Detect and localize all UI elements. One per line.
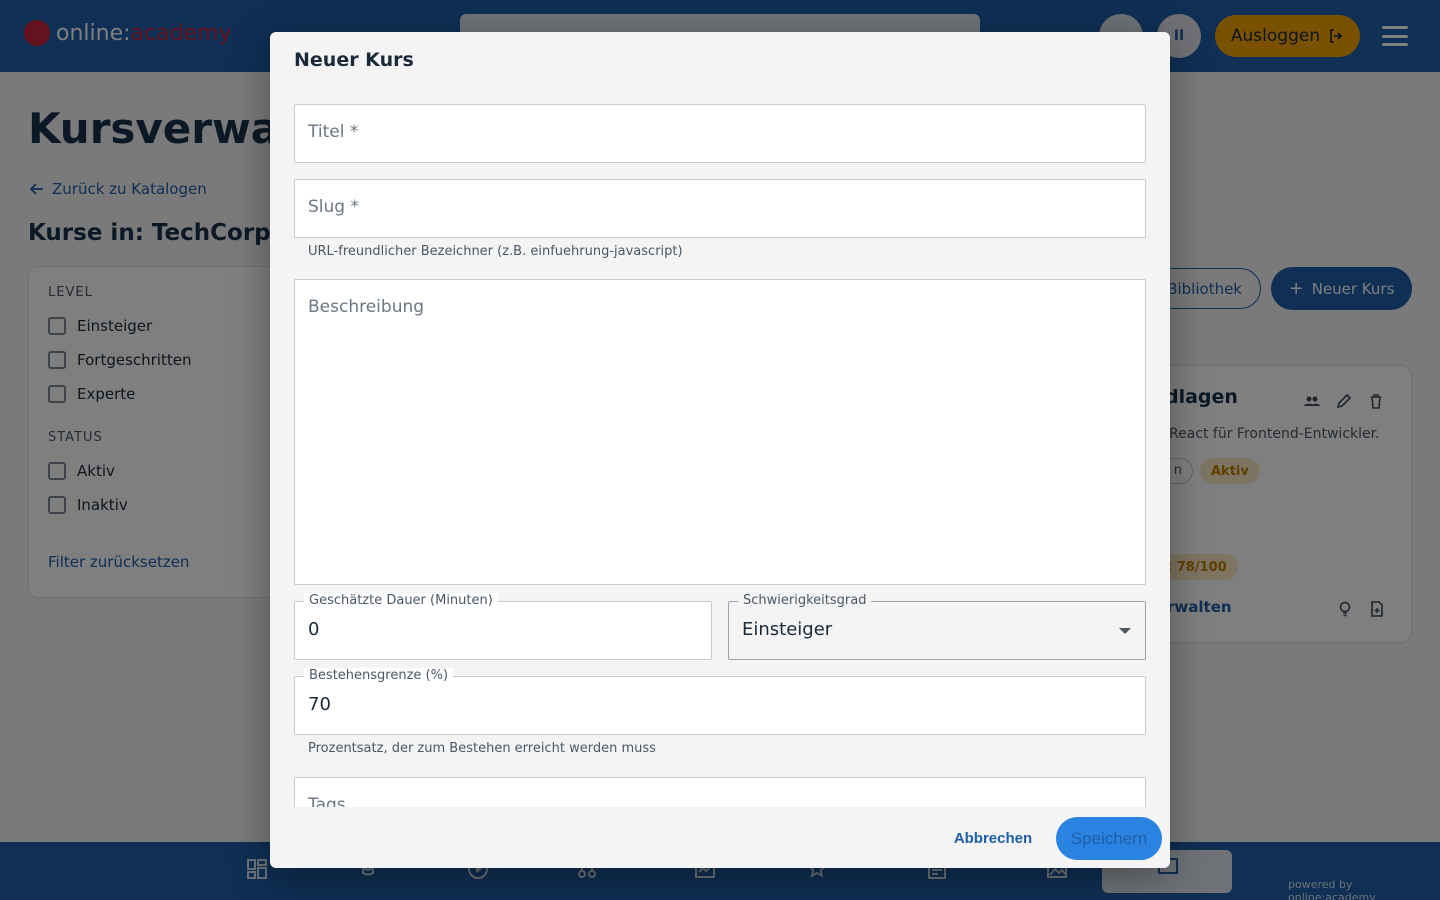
- dropdown-caret-icon: [1119, 628, 1131, 634]
- pass-threshold-helper: Prozentsatz, der zum Bestehen erreicht w…: [308, 741, 656, 756]
- duration-value: 0: [308, 619, 320, 640]
- slug-field-label: Slug *: [308, 197, 359, 217]
- slug-input[interactable]: Slug *: [294, 179, 1146, 238]
- new-course-dialog: Neuer Kurs Titel * Slug * URL-freundlich…: [270, 32, 1170, 868]
- description-field-label: Beschreibung: [308, 297, 425, 317]
- difficulty-field-label: Schwierigkeitsgrad: [738, 593, 872, 608]
- tags-input[interactable]: Tags: [294, 777, 1146, 807]
- cancel-button[interactable]: Abbrechen: [938, 821, 1048, 855]
- pass-threshold-value: 70: [308, 694, 331, 715]
- course-title-input[interactable]: Titel *: [294, 104, 1146, 163]
- title-field-label: Titel *: [308, 122, 359, 142]
- difficulty-value: Einsteiger: [742, 619, 833, 640]
- tags-field-label: Tags: [308, 795, 346, 807]
- duration-field-label: Geschätzte Dauer (Minuten): [304, 593, 498, 608]
- dialog-body[interactable]: Titel * Slug * URL-freundlicher Bezeichn…: [270, 92, 1170, 807]
- slug-helper-text: URL-freundlicher Bezeichner (z.B. einfue…: [308, 244, 683, 259]
- pass-threshold-input[interactable]: Bestehensgrenze (%) 70: [294, 668, 1146, 735]
- dialog-footer: Abbrechen Speichern: [270, 807, 1170, 868]
- duration-input[interactable]: Geschätzte Dauer (Minuten) 0: [294, 593, 712, 660]
- save-button[interactable]: Speichern: [1056, 817, 1162, 860]
- difficulty-select[interactable]: Schwierigkeitsgrad Einsteiger: [728, 593, 1146, 660]
- pass-threshold-label: Bestehensgrenze (%): [304, 668, 454, 683]
- description-textarea[interactable]: Beschreibung: [294, 279, 1146, 585]
- dialog-title: Neuer Kurs: [294, 49, 414, 71]
